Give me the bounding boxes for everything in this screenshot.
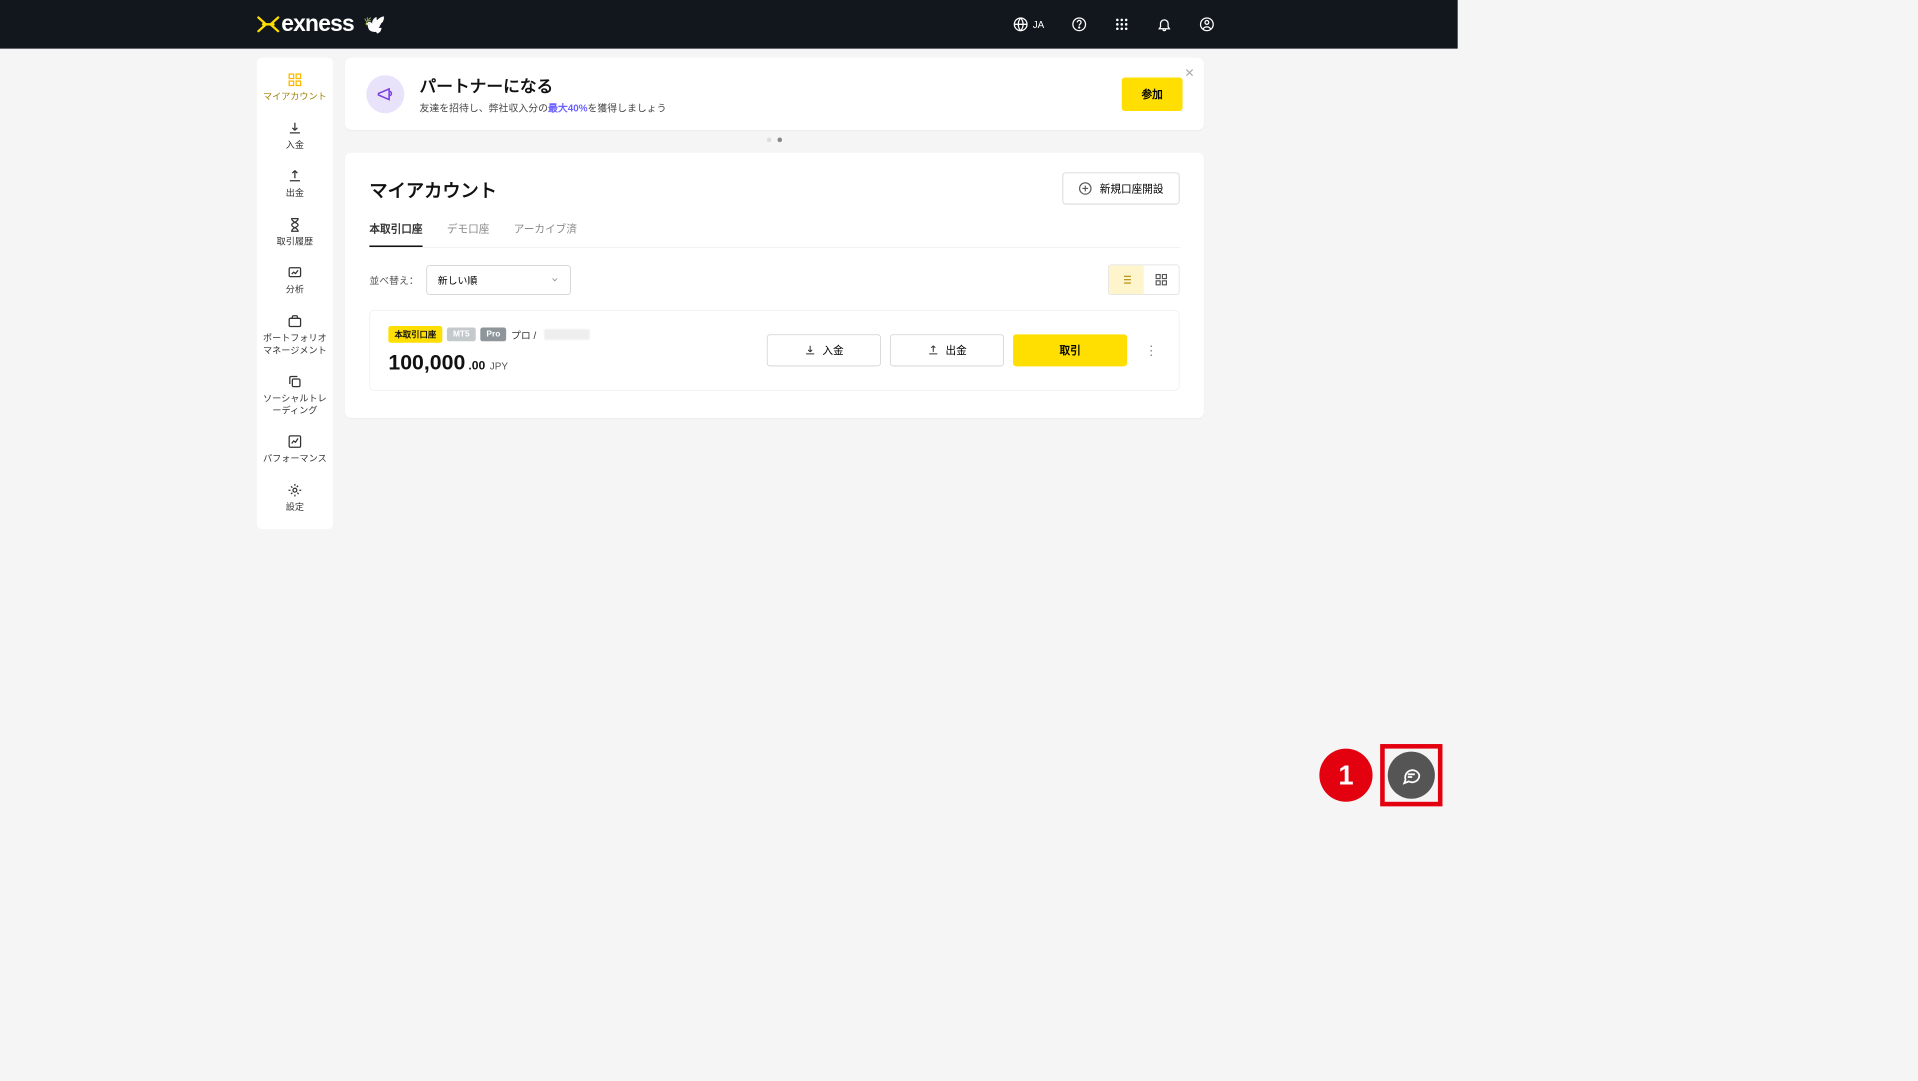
deposit-icon [804,344,816,356]
sidebar-item-label: 分析 [284,285,305,297]
step-badge: 1 [1319,749,1372,802]
account-name-prefix: プロ / [511,327,536,341]
dot[interactable] [767,138,772,143]
join-button[interactable]: 参加 [1122,77,1183,110]
sidebar-item-label: ポートフォリオマネージメント [260,333,330,357]
tab-demo[interactable]: デモ口座 [447,221,490,247]
dove-icon: 🕊️ [363,13,386,35]
user-icon [1199,17,1214,32]
sidebar-item-label: マイアカウント [261,91,328,103]
badge-pro: Pro [480,328,506,342]
briefcase-icon [287,313,302,330]
profile-button[interactable] [1199,17,1214,32]
chevron-down-icon [550,275,559,284]
hourglass-icon [287,216,302,233]
account-name-redacted [544,329,590,340]
sidebar-item-social[interactable]: ソーシャルトレーディング [257,366,333,426]
language-label: JA [1033,19,1045,30]
more-menu-button[interactable]: ⋮ [1142,342,1160,358]
badge-real: 本取引口座 [388,326,442,343]
notifications-button[interactable] [1157,17,1172,32]
banner-sub-highlight: 最大40% [548,103,588,114]
tab-archive[interactable]: アーカイブ済 [514,221,577,247]
chart-icon [287,265,302,282]
sidebar-item-label: 取引履歴 [275,236,315,248]
new-account-button[interactable]: 新規口座開設 [1062,173,1179,205]
deposit-button[interactable]: 入金 [767,334,881,366]
badge-mt5: MT5 [447,328,476,342]
account-row: 本取引口座 MT5 Pro プロ / 100,000.00 JPY [369,310,1179,391]
carousel-indicator [345,138,1204,143]
brand-name: exness [281,11,354,37]
apps-grid-icon [1114,17,1129,32]
new-account-label: 新規口座開設 [1100,181,1164,196]
deposit-icon [287,120,302,137]
sidebar-item-history[interactable]: 取引履歴 [257,209,333,257]
megaphone-icon [366,75,404,113]
chat-button[interactable] [1388,752,1435,799]
sidebar-item-my-account[interactable]: マイアカウント [257,64,333,112]
sidebar-item-analysis[interactable]: 分析 [257,257,333,305]
banner-subtitle: 友達を招待し、弊社収入分の最大40%を獲得しましょう [420,100,667,114]
trade-button[interactable]: 取引 [1013,334,1127,366]
list-icon [1119,273,1133,287]
sidebar-item-portfolio[interactable]: ポートフォリオマネージメント [257,305,333,365]
sort-label: 並べ替え： [369,272,418,286]
plus-circle-icon [1078,182,1092,196]
gear-icon [287,482,302,499]
sidebar: マイアカウント 入金 出金 取引履歴 分析 [257,58,333,529]
sidebar-item-performance[interactable]: パフォーマンス [257,426,333,474]
sidebar-item-label: パフォーマンス [262,453,329,465]
account-balance: 100,000.00 JPY [388,350,766,374]
withdraw-icon [287,168,302,185]
sidebar-item-label: 設定 [284,502,305,514]
bell-icon [1157,17,1172,32]
tab-real[interactable]: 本取引口座 [369,221,422,247]
help-button[interactable] [1072,17,1087,32]
banner-title: パートナーになる [420,73,667,97]
banner-sub-post: を獲得しましょう [588,103,667,114]
sidebar-item-deposit[interactable]: 入金 [257,112,333,160]
balance-whole: 100,000 [388,350,465,374]
sort-value: 新しい順 [438,272,478,286]
close-icon[interactable]: ✕ [1185,65,1195,80]
trend-icon [287,433,302,450]
copy-icon [287,373,302,390]
dot[interactable] [777,138,782,143]
withdraw-button[interactable]: 出金 [890,334,1004,366]
deposit-label: 入金 [822,343,843,358]
sidebar-item-settings[interactable]: 設定 [257,474,333,522]
help-icon [1072,17,1087,32]
sidebar-item-label: 入金 [284,140,305,152]
brand-logo[interactable]: exness 🕊️ [257,11,386,37]
globe-icon [1013,17,1028,32]
page-title: マイアカウント [369,175,497,202]
sort-select[interactable]: 新しい順 [426,265,570,295]
balance-currency: JPY [490,360,508,371]
view-grid-button[interactable] [1144,265,1179,294]
grid-icon [1154,273,1168,287]
withdraw-icon [927,344,939,356]
sidebar-item-label: ソーシャルトレーディング [260,393,330,417]
banner-sub-pre: 友達を招待し、弊社収入分の [420,103,548,114]
view-list-button[interactable] [1109,265,1144,294]
sidebar-item-label: 出金 [284,188,305,200]
dashboard-icon [287,71,302,88]
chat-icon [1401,765,1422,786]
logo-glyph-icon [257,16,280,33]
sidebar-item-withdraw[interactable]: 出金 [257,161,333,209]
annotation-overlay: 1 [1319,744,1442,806]
balance-frac: .00 [468,359,485,373]
partner-banner: パートナーになる 友達を招待し、弊社収入分の最大40%を獲得しましょう 参加 ✕ [345,58,1204,130]
chat-highlight-box [1380,744,1442,806]
apps-button[interactable] [1114,17,1129,32]
withdraw-label: 出金 [945,343,966,358]
language-selector[interactable]: JA [1013,17,1044,32]
